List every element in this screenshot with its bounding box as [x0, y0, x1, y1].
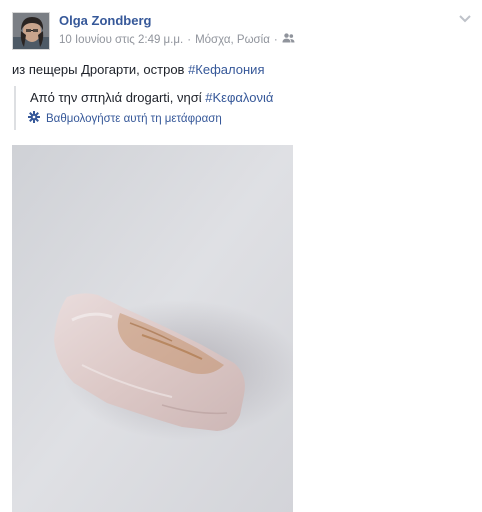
- meta-separator: ·: [273, 33, 278, 46]
- hashtag-link[interactable]: #Кефалония: [188, 62, 264, 77]
- translation-body: Από την σπηλιά drogarti, νησί: [30, 90, 206, 105]
- translation-hashtag-link[interactable]: #Κεφαλονιά: [205, 90, 273, 105]
- avatar[interactable]: [12, 12, 50, 50]
- meta-separator: ·: [187, 33, 192, 46]
- rate-translation-label: Βαθμολογήστε αυτή τη μετάφραση: [46, 112, 222, 125]
- post-photo[interactable]: [12, 145, 293, 512]
- author-name[interactable]: Olga Zondberg: [59, 13, 151, 28]
- post-text-body: из пещеры Дрогарти, остров: [12, 62, 189, 77]
- post-location[interactable]: Μόσχα, Ρωσία: [195, 34, 270, 46]
- translation-block: Από την σπηλιά drogarti, νησί #Κεφαλονιά: [14, 86, 314, 130]
- post-text: из пещеры Дрогарти, остров #Кефалония: [12, 62, 264, 77]
- rate-translation-link[interactable]: Βαθμολογήστε αυτή τη μετάφραση: [28, 111, 222, 126]
- translation-text: Από την σπηλιά drogarti, νησί #Κεφαλονιά: [30, 90, 273, 105]
- gear-icon: [28, 111, 40, 126]
- post-meta: 10 Ιουνίου στις 2:49 μ.μ. · Μόσχα, Ρωσία…: [59, 33, 295, 46]
- friends-icon[interactable]: [282, 33, 295, 46]
- post-timestamp[interactable]: 10 Ιουνίου στις 2:49 μ.μ.: [59, 34, 183, 46]
- chevron-down-icon[interactable]: [458, 12, 472, 24]
- facebook-post: Olga Zondberg 10 Ιουνίου στις 2:49 μ.μ. …: [0, 0, 482, 512]
